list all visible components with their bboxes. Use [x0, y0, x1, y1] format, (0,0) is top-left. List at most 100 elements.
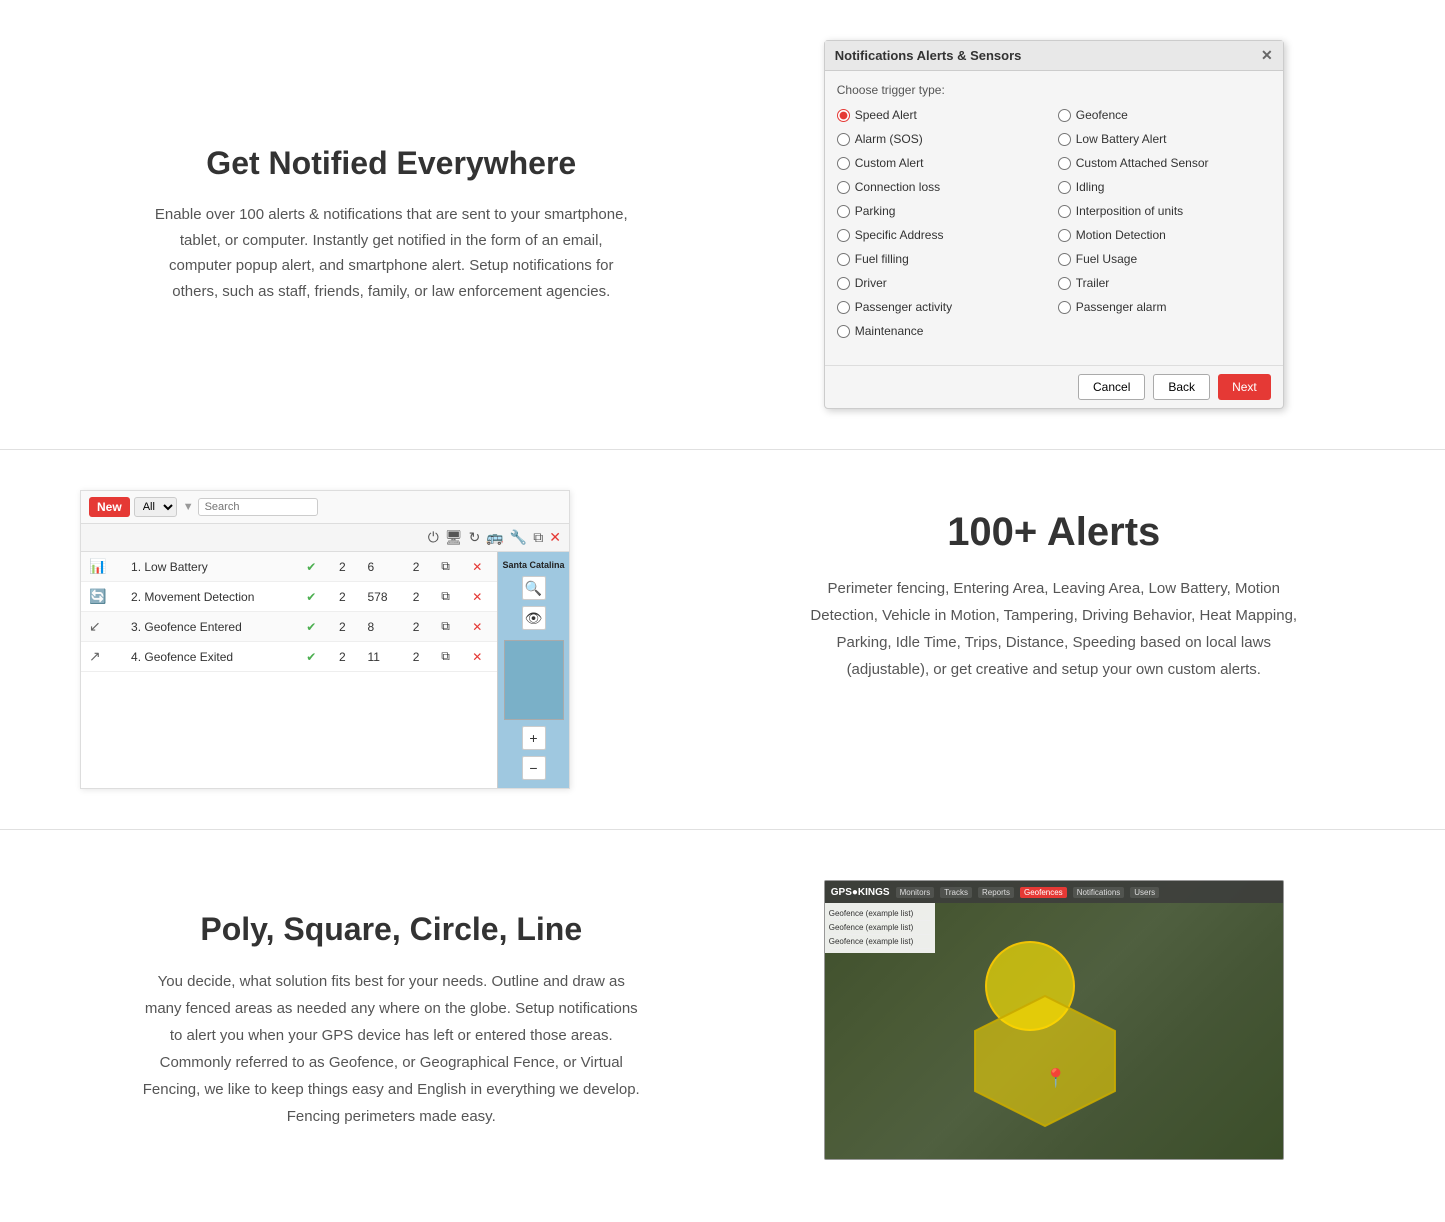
- section2-description: Perimeter fencing, Entering Area, Leavin…: [804, 575, 1304, 683]
- delete-icon: ✕: [472, 620, 482, 634]
- alerts-wrapper: New All ▼ ⏻ 🖥 ↻ 🚌 🔧 ⧉ ✕: [80, 490, 703, 789]
- radio-geofence[interactable]: Geofence: [1058, 105, 1271, 125]
- notifications-tab[interactable]: Notifications: [1073, 887, 1125, 898]
- geofence-exit-icon: ↗: [89, 648, 101, 664]
- radio-grid: Speed Alert Geofence Alarm (SOS) Low Bat…: [837, 105, 1271, 341]
- sidebar-row-3: Geofence (example list): [829, 935, 931, 949]
- section2-heading: 100+ Alerts: [743, 510, 1366, 555]
- copy-cell[interactable]: ⧉: [433, 582, 464, 612]
- sidebar-row-2: Geofence (example list): [829, 921, 931, 935]
- section3-heading: Poly, Square, Circle, Line: [80, 911, 703, 948]
- modal-close-icon[interactable]: ✕: [1261, 47, 1273, 64]
- gps-brand-label: GPS●KINGS: [831, 887, 890, 898]
- copy-row-icon: ⧉: [441, 649, 450, 663]
- check-cell: ✔: [298, 612, 331, 642]
- monitor-icon[interactable]: 🖥: [445, 529, 463, 546]
- copy-row-icon: ⧉: [441, 619, 450, 633]
- check-icon: ✔: [306, 650, 316, 664]
- modal-titlebar: Notifications Alerts & Sensors ✕: [825, 41, 1283, 71]
- reports-tab[interactable]: Reports: [978, 887, 1014, 898]
- val2-cell: 578: [360, 582, 405, 612]
- radio-specific-address[interactable]: Specific Address: [837, 225, 1050, 245]
- search-map-button[interactable]: 🔍: [522, 576, 546, 600]
- power-icon[interactable]: ⏻: [428, 529, 439, 546]
- geofences-tab[interactable]: Geofences: [1020, 887, 1067, 898]
- radio-trailer[interactable]: Trailer: [1058, 273, 1271, 293]
- refresh-icon[interactable]: ↻: [469, 529, 481, 546]
- users-tab[interactable]: Users: [1130, 887, 1159, 898]
- radio-parking[interactable]: Parking: [837, 201, 1050, 221]
- geofence-enter-icon: ↙: [89, 618, 101, 634]
- alert-icon-cell: ↗: [81, 642, 123, 672]
- section3-text-block: Poly, Square, Circle, Line You decide, w…: [80, 911, 703, 1130]
- radio-motion-detection[interactable]: Motion Detection: [1058, 225, 1271, 245]
- eye-icon[interactable]: 👁: [522, 606, 546, 630]
- map-pin-icon: 📍: [1045, 1068, 1067, 1089]
- close-all-icon[interactable]: ✕: [549, 529, 561, 546]
- chart-icon: 📊: [89, 558, 106, 574]
- check-icon: ✔: [306, 560, 316, 574]
- truck-icon[interactable]: 🚌: [486, 529, 503, 546]
- val3-cell: 2: [405, 552, 434, 582]
- radio-custom-attached-sensor[interactable]: Custom Attached Sensor: [1058, 153, 1271, 173]
- alert-list: 📊 1. Low Battery ✔ 2 6 2 ⧉ ✕: [81, 552, 497, 788]
- radio-idling[interactable]: Idling: [1058, 177, 1271, 197]
- alert-icon-cell: 📊: [81, 552, 123, 582]
- monitors-tab[interactable]: Monitors: [896, 887, 935, 898]
- alert-name-cell: 2. Movement Detection: [123, 582, 298, 612]
- radio-custom-alert[interactable]: Custom Alert: [837, 153, 1050, 173]
- delete-cell[interactable]: ✕: [464, 552, 497, 582]
- table-row: 🔄 2. Movement Detection ✔ 2 578 2 ⧉ ✕: [81, 582, 497, 612]
- radio-interposition[interactable]: Interposition of units: [1058, 201, 1271, 221]
- new-alert-button[interactable]: New: [89, 497, 130, 517]
- copy-cell[interactable]: ⧉: [433, 642, 464, 672]
- check-icon: ✔: [306, 590, 316, 604]
- radio-fuel-usage[interactable]: Fuel Usage: [1058, 249, 1271, 269]
- radio-fuel-filling[interactable]: Fuel filling: [837, 249, 1050, 269]
- radio-speed-alert[interactable]: Speed Alert: [837, 105, 1050, 125]
- table-row: ↗ 4. Geofence Exited ✔ 2 11 2 ⧉ ✕: [81, 642, 497, 672]
- radio-low-battery-alert[interactable]: Low Battery Alert: [1058, 129, 1271, 149]
- modal-title: Notifications Alerts & Sensors: [835, 48, 1022, 63]
- section-geofence: Poly, Square, Circle, Line You decide, w…: [0, 830, 1445, 1210]
- alerts-toolbar: New All ▼: [81, 491, 569, 524]
- tracks-tab[interactable]: Tracks: [940, 887, 972, 898]
- copy-cell[interactable]: ⧉: [433, 612, 464, 642]
- delete-icon: ✕: [472, 650, 482, 664]
- modal-footer: Cancel Back Next: [825, 365, 1283, 408]
- cancel-button[interactable]: Cancel: [1078, 374, 1145, 400]
- radio-maintenance[interactable]: Maintenance: [837, 321, 1050, 341]
- next-button[interactable]: Next: [1218, 374, 1271, 400]
- val2-cell: 6: [360, 552, 405, 582]
- section2-panel-image: New All ▼ ⏻ 🖥 ↻ 🚌 🔧 ⧉ ✕: [80, 490, 703, 789]
- back-button[interactable]: Back: [1153, 374, 1210, 400]
- alert-name-cell: 3. Geofence Entered: [123, 612, 298, 642]
- section-alerts: New All ▼ ⏻ 🖥 ↻ 🚌 🔧 ⧉ ✕: [0, 450, 1445, 829]
- delete-cell[interactable]: ✕: [464, 612, 497, 642]
- delete-icon: ✕: [472, 560, 482, 574]
- radio-driver[interactable]: Driver: [837, 273, 1050, 293]
- check-icon: ✔: [306, 620, 316, 634]
- delete-cell[interactable]: ✕: [464, 642, 497, 672]
- section3-description: You decide, what solution fits best for …: [141, 968, 641, 1130]
- radio-passenger-activity[interactable]: Passenger activity: [837, 297, 1050, 317]
- search-input[interactable]: [198, 498, 318, 516]
- val1-cell: 2: [331, 612, 360, 642]
- check-cell: ✔: [298, 552, 331, 582]
- radio-passenger-alarm[interactable]: Passenger alarm: [1058, 297, 1271, 317]
- delete-cell[interactable]: ✕: [464, 582, 497, 612]
- radio-alarm-sos[interactable]: Alarm (SOS): [837, 129, 1050, 149]
- map-location-label: Santa Catalina: [502, 560, 564, 570]
- radio-connection-loss[interactable]: Connection loss: [837, 177, 1050, 197]
- zoom-out-button[interactable]: −: [522, 756, 546, 780]
- filter-select[interactable]: All: [134, 497, 177, 517]
- zoom-in-button[interactable]: +: [522, 726, 546, 750]
- section1-modal-image: Notifications Alerts & Sensors ✕ Choose …: [743, 40, 1366, 409]
- copy-icon[interactable]: ⧉: [533, 529, 543, 546]
- val3-cell: 2: [405, 612, 434, 642]
- copy-row-icon: ⧉: [441, 589, 450, 603]
- copy-cell[interactable]: ⧉: [433, 552, 464, 582]
- tool-icon[interactable]: 🔧: [510, 529, 527, 546]
- alert-list-wrap: 📊 1. Low Battery ✔ 2 6 2 ⧉ ✕: [81, 552, 569, 788]
- val1-cell: 2: [331, 552, 360, 582]
